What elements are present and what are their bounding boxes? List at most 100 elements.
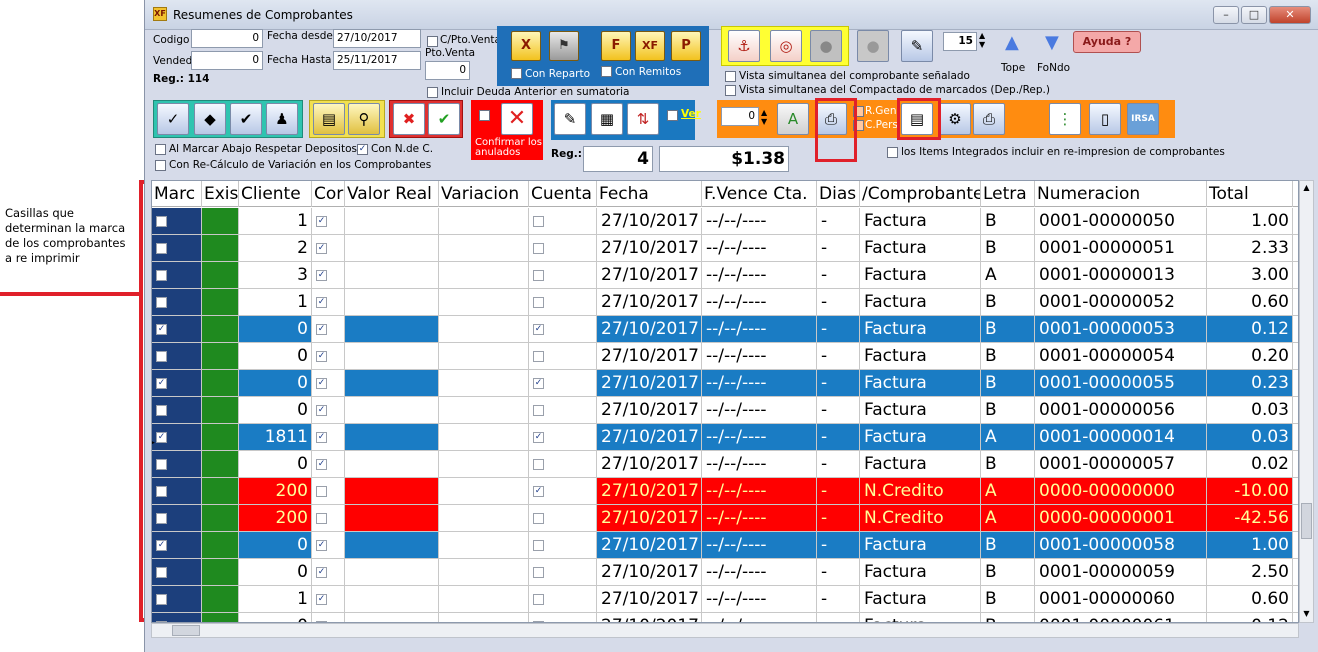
vertical-scroll-thumb[interactable] — [1301, 503, 1312, 539]
header-dias[interactable]: Dias — [817, 181, 860, 207]
disabled-map-icon[interactable]: ● — [857, 30, 889, 62]
cuenta-checkbox[interactable] — [533, 567, 544, 578]
cor-checkbox[interactable]: ✓ — [316, 567, 327, 578]
marc-checkbox[interactable] — [156, 270, 167, 281]
select-all-icon[interactable]: ◆ — [194, 103, 226, 135]
copies-arrows-icon[interactable]: ▲ ▼ — [761, 108, 767, 126]
table-row[interactable]: 1 ✓ 27/10/2017 --/--/---- - Factura B 0001-0000… — [152, 289, 1298, 316]
cuenta-checkbox[interactable]: ✓ — [533, 432, 544, 443]
table-row[interactable]: ✓ 0 ✓ ✓ 27/10/2017 --/--/---- - Factura B 0001-00… — [152, 316, 1298, 343]
header-numeracion[interactable]: Numeracion — [1035, 181, 1207, 207]
marc-checkbox[interactable] — [156, 405, 167, 416]
cuenta-checkbox[interactable] — [533, 459, 544, 470]
table-row[interactable]: 1 ✓ 27/10/2017 --/--/---- - Factura B 0001-0000… — [152, 586, 1298, 613]
cor-checkbox[interactable]: ✓ — [316, 459, 327, 470]
header-marc[interactable]: Marc — [152, 181, 202, 207]
vendedor-input[interactable]: 0 — [191, 51, 263, 70]
cuenta-checkbox[interactable] — [533, 270, 544, 281]
f-button[interactable]: F — [601, 31, 631, 61]
vertical-scrollbar[interactable]: ▲ ▼ — [1299, 180, 1314, 623]
x-button[interactable]: X — [511, 31, 541, 61]
cuenta-checkbox[interactable] — [533, 216, 544, 227]
vista2-checkbox[interactable] — [725, 85, 736, 96]
marc-checkbox[interactable]: ✓ — [156, 378, 167, 389]
table-row[interactable]: 0 ✓ 27/10/2017 --/--/---- - Factura B 0001-0000… — [152, 397, 1298, 424]
table-row[interactable]: 1 ✓ 27/10/2017 --/--/---- - Factura B 0001-0000… — [152, 208, 1298, 235]
ptoventa-input[interactable]: 0 — [425, 61, 470, 80]
tope-label[interactable]: Tope — [1001, 62, 1025, 74]
con-reparto-checkbox[interactable] — [511, 68, 522, 79]
header-cor[interactable]: Cor — [312, 181, 345, 207]
cor-checkbox[interactable]: ✓ — [316, 351, 327, 362]
fecha-hasta-input[interactable]: 25/11/2017 — [333, 51, 421, 70]
marc-checkbox[interactable] — [156, 459, 167, 470]
sort-arrows-icon[interactable]: ⇅ — [627, 103, 659, 135]
cor-checkbox[interactable]: ✓ — [316, 594, 327, 605]
cuenta-checkbox[interactable] — [533, 297, 544, 308]
ver-checkbox[interactable] — [667, 110, 678, 121]
cor-checkbox[interactable]: ✓ — [316, 432, 327, 443]
edit-document-icon[interactable]: ✎ — [554, 103, 586, 135]
page-size-spinner[interactable]: 15 — [943, 32, 977, 51]
marc-checkbox[interactable] — [156, 351, 167, 362]
header-valor-real[interactable]: Valor Real — [345, 181, 439, 207]
spreadsheet-icon[interactable]: ▦ — [591, 103, 623, 135]
key-icon[interactable]: ⚲ — [348, 103, 380, 135]
printer-icon[interactable]: ⎙ — [973, 103, 1005, 135]
anchor-icon[interactable]: ⚓ — [728, 30, 760, 62]
cor-checkbox[interactable] — [316, 513, 327, 524]
mark-user-icon[interactable]: ✔ — [230, 103, 262, 135]
fecha-desde-input[interactable]: 27/10/2017 — [333, 29, 421, 48]
minimize-button[interactable]: – — [1213, 6, 1239, 24]
maximize-button[interactable]: □ — [1241, 6, 1267, 24]
device-icon[interactable]: ▯ — [1089, 103, 1121, 135]
map-icon[interactable]: ● — [810, 30, 842, 62]
user-icon[interactable]: ♟ — [266, 103, 298, 135]
marc-checkbox[interactable] — [156, 297, 167, 308]
check-list-icon[interactable]: ✓ — [157, 103, 189, 135]
cuenta-checkbox[interactable] — [533, 351, 544, 362]
horizontal-scroll-thumb[interactable] — [172, 625, 200, 636]
cor-checkbox[interactable]: ✓ — [316, 405, 327, 416]
table-row[interactable]: 3 ✓ 27/10/2017 --/--/---- - Factura A 0001-0000… — [152, 262, 1298, 289]
header-cuenta[interactable]: Cuenta — [529, 181, 597, 207]
cor-checkbox[interactable] — [316, 486, 327, 497]
cuenta-checkbox[interactable]: ✓ — [533, 378, 544, 389]
header-vence[interactable]: F.Vence Cta. — [702, 181, 817, 207]
p-button[interactable]: P — [671, 31, 701, 61]
cancel-icon[interactable]: ✖ — [393, 103, 425, 135]
table-row[interactable]: 0✓✓27/10/2017--/--/-----FacturaB0001-000… — [152, 613, 1298, 622]
cor-checkbox[interactable]: ✓ — [316, 540, 327, 551]
cuenta-checkbox[interactable] — [533, 540, 544, 551]
cuenta-checkbox[interactable] — [533, 405, 544, 416]
scroll-up-icon[interactable]: ▲ — [1300, 181, 1313, 195]
marc-checkbox[interactable]: ✓ — [156, 432, 167, 443]
table-row[interactable]: 200 ✓ 27/10/2017 --/--/---- - N.Credito A 0000-… — [152, 478, 1298, 505]
fondo-label[interactable]: FoNdo — [1037, 62, 1070, 74]
table-row[interactable]: ✓ 0 ✓ 27/10/2017 --/--/---- - Factura B 0001-000… — [152, 532, 1298, 559]
marc-checkbox[interactable] — [156, 567, 167, 578]
folder-icon[interactable]: ▤ — [313, 103, 345, 135]
lifebuoy-icon[interactable]: ◎ — [770, 30, 802, 62]
network-icon[interactable]: ⚙ — [939, 103, 971, 135]
header-total[interactable]: Total — [1207, 181, 1293, 207]
scroll-down-icon[interactable]: ▼ — [1300, 607, 1313, 621]
header-fecha[interactable]: Fecha — [597, 181, 702, 207]
dots-window-icon[interactable]: ⋮ — [1049, 103, 1081, 135]
marc-checkbox[interactable]: ✓ — [156, 324, 167, 335]
fondo-icon[interactable]: ▼ — [1045, 32, 1059, 53]
header-letra[interactable]: Letra — [981, 181, 1035, 207]
marc-checkbox[interactable] — [156, 486, 167, 497]
horizontal-scrollbar[interactable] — [151, 623, 1299, 638]
table-row[interactable]: 0 ✓ 27/10/2017 --/--/---- - Factura B 0001-0000… — [152, 343, 1298, 370]
tope-icon[interactable]: ▲ — [1005, 32, 1019, 53]
copies-spinner[interactable]: 0 — [721, 107, 759, 126]
cor-checkbox[interactable]: ✓ — [316, 378, 327, 389]
ayuda-button[interactable]: Ayuda ? — [1073, 31, 1141, 53]
al-marcar-checkbox[interactable] — [155, 144, 166, 155]
items-integrados-checkbox[interactable] — [887, 147, 898, 158]
incluir-deuda-checkbox[interactable] — [427, 87, 438, 98]
con-recalculo-checkbox[interactable] — [155, 160, 166, 171]
confirmar-anulados-checkbox[interactable] — [479, 110, 490, 121]
con-remitos-checkbox[interactable] — [601, 66, 612, 77]
